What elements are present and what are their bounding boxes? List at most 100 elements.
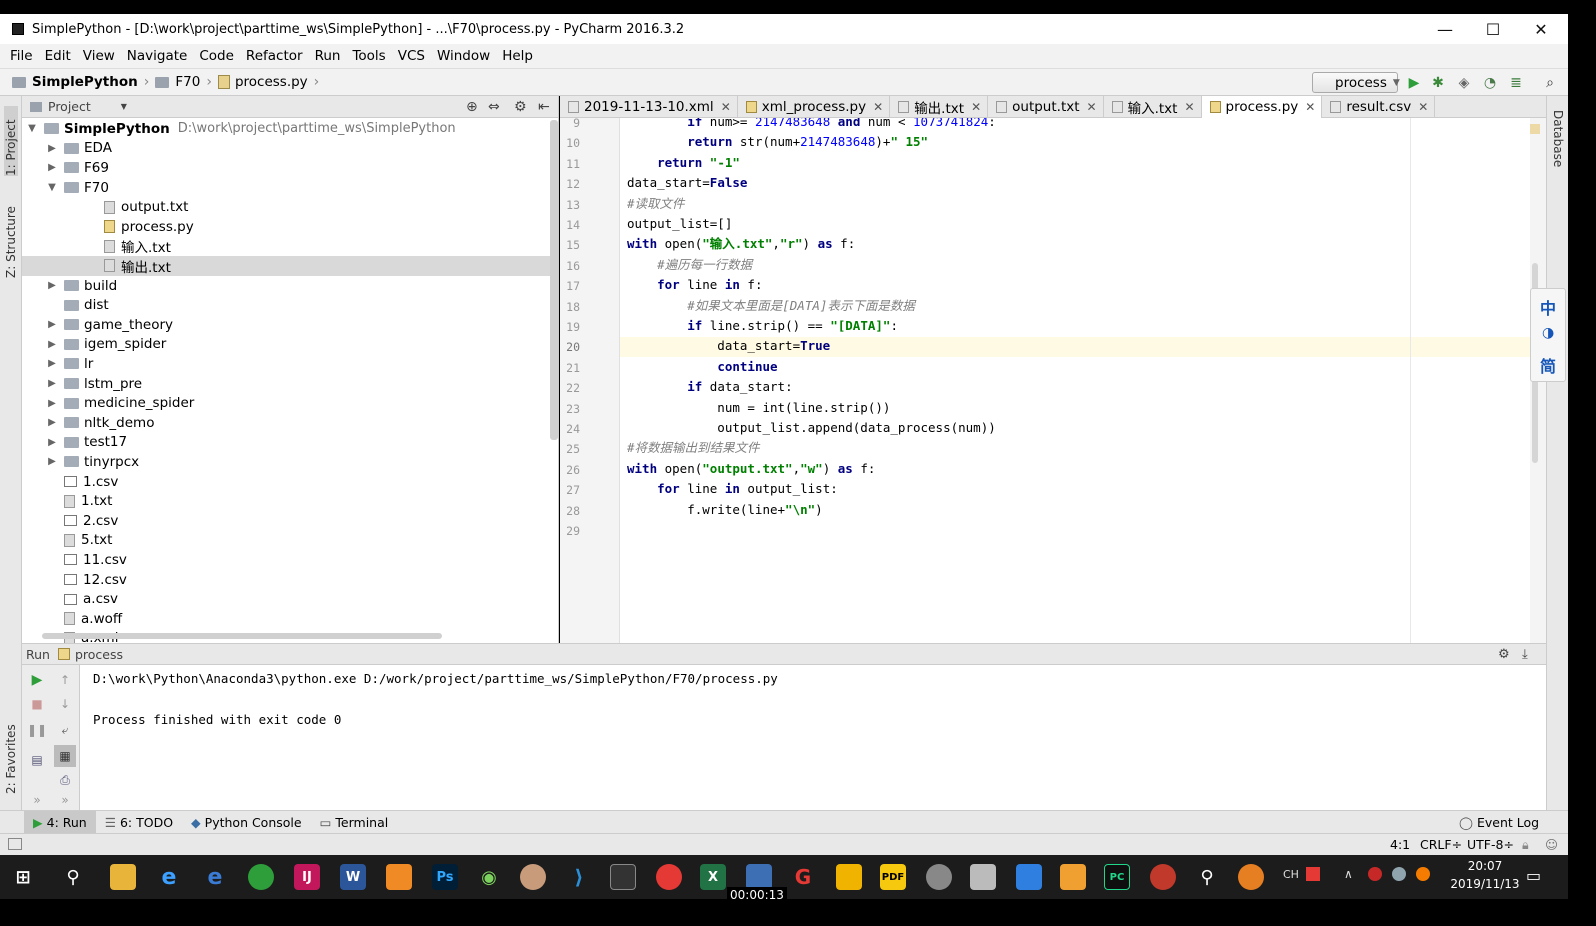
- search-icon[interactable]: ⌕: [1540, 73, 1560, 93]
- scroll-to-end-icon[interactable]: ▦: [54, 745, 76, 767]
- close-tab-icon[interactable]: ✕: [1087, 100, 1097, 114]
- tool-windows-toggle-icon[interactable]: [8, 838, 22, 850]
- run-configuration-select[interactable]: process ▼: [1312, 72, 1400, 93]
- pycharm-icon[interactable]: PC: [1104, 864, 1130, 890]
- structure-tool-button[interactable]: Z: Structure: [4, 198, 18, 278]
- run-tab[interactable]: process: [75, 647, 123, 662]
- tree-folder-row[interactable]: ▶ nltk_demo: [22, 413, 558, 433]
- tray-icon[interactable]: [1368, 867, 1382, 881]
- collapsed-arrow-icon[interactable]: ▶: [46, 456, 58, 467]
- lock-icon[interactable]: 🔒︎: [1522, 837, 1529, 853]
- hide-panel-icon[interactable]: ⇤: [538, 99, 550, 115]
- run-tool-button[interactable]: ▶ 4: Run: [24, 810, 96, 834]
- tree-folder-row[interactable]: dist: [22, 295, 558, 315]
- menu-refactor[interactable]: Refactor: [240, 48, 309, 64]
- cmd-icon[interactable]: [610, 864, 636, 890]
- edge-icon[interactable]: e: [202, 864, 228, 890]
- tree-folder-row[interactable]: ▶ test17: [22, 433, 558, 453]
- tree-folder-row[interactable]: ▶ lr: [22, 354, 558, 374]
- app-red-icon[interactable]: [1150, 864, 1176, 890]
- breadcrumb-folder[interactable]: F70: [151, 74, 204, 90]
- file-explorer-icon[interactable]: [110, 864, 136, 890]
- intellij-icon[interactable]: IJ: [294, 864, 320, 890]
- close-tab-icon[interactable]: ✕: [721, 100, 731, 114]
- tree-folder-row[interactable]: ▶ game_theory: [22, 315, 558, 335]
- close-button[interactable]: ✕: [1518, 14, 1564, 44]
- line-separator[interactable]: CRLF÷: [1420, 837, 1462, 852]
- collapsed-arrow-icon[interactable]: ▶: [46, 378, 58, 389]
- tree-file-row[interactable]: process.py: [22, 217, 558, 237]
- down-arrow-icon[interactable]: ↓: [56, 695, 74, 713]
- search-icon[interactable]: ⚲: [60, 864, 86, 890]
- project-view-select[interactable]: Project: [48, 99, 91, 114]
- editor-tab[interactable]: 输入.txt ✕: [1104, 96, 1202, 118]
- sublime-icon[interactable]: [386, 864, 412, 890]
- close-tab-icon[interactable]: ✕: [971, 100, 981, 114]
- excel-icon[interactable]: X: [700, 864, 726, 890]
- file-encoding[interactable]: UTF-8÷: [1467, 837, 1514, 852]
- menu-code[interactable]: Code: [193, 48, 240, 64]
- collapsed-arrow-icon[interactable]: ▶: [46, 437, 58, 448]
- app-images-icon[interactable]: [970, 864, 996, 890]
- close-tab-icon[interactable]: ✕: [1184, 100, 1194, 114]
- breadcrumb-project[interactable]: SimplePython: [8, 74, 142, 90]
- collapse-all-icon[interactable]: ⇔: [488, 99, 500, 115]
- chrome-icon[interactable]: [656, 864, 682, 890]
- close-tab-icon[interactable]: ✕: [1418, 100, 1428, 114]
- chevron-up-icon[interactable]: ∧: [1344, 867, 1353, 881]
- app-orange-icon[interactable]: [1238, 864, 1264, 890]
- avatar-app-icon[interactable]: [520, 864, 546, 890]
- collapsed-arrow-icon[interactable]: ▶: [46, 143, 58, 154]
- menu-edit[interactable]: Edit: [39, 48, 77, 64]
- chevron-down-icon[interactable]: ▼: [121, 102, 127, 111]
- app-note-icon[interactable]: [1016, 864, 1042, 890]
- collapsed-arrow-icon[interactable]: ▶: [46, 398, 58, 409]
- app-yellow-icon[interactable]: [836, 864, 862, 890]
- tree-file-row[interactable]: output.txt: [22, 197, 558, 217]
- more-icon[interactable]: »: [28, 791, 46, 809]
- menu-help[interactable]: Help: [496, 48, 539, 64]
- menu-window[interactable]: Window: [431, 48, 496, 64]
- collapsed-arrow-icon[interactable]: ▶: [46, 162, 58, 173]
- collapsed-arrow-icon[interactable]: ▶: [46, 319, 58, 330]
- ime-icon[interactable]: [1306, 867, 1320, 881]
- database-tool-button[interactable]: Database: [1551, 110, 1565, 176]
- profile-icon[interactable]: ◔: [1480, 73, 1500, 93]
- notification-icon[interactable]: ▭: [1526, 866, 1541, 885]
- project-tool-button[interactable]: 1: Project: [4, 106, 18, 176]
- maximize-button[interactable]: ☐: [1470, 14, 1516, 44]
- editor-tab[interactable]: result.csv ✕: [1322, 96, 1436, 118]
- moon-icon[interactable]: ◑: [1542, 325, 1554, 341]
- tree-file-row[interactable]: 12.csv: [22, 570, 558, 590]
- minimize-button[interactable]: —: [1422, 14, 1468, 44]
- photoshop-icon[interactable]: Ps: [432, 864, 458, 890]
- gear-icon[interactable]: ⚙: [1498, 647, 1510, 662]
- close-tab-icon[interactable]: ✕: [1305, 100, 1315, 114]
- collapsed-arrow-icon[interactable]: ▶: [46, 280, 58, 291]
- tree-file-row[interactable]: a.csv: [22, 589, 558, 609]
- soft-wrap-icon[interactable]: ⤶: [56, 721, 74, 739]
- app-group-icon[interactable]: [926, 864, 952, 890]
- hide-panel-icon[interactable]: ⤓: [1522, 647, 1528, 662]
- tree-folder-row[interactable]: ▼ F70: [22, 178, 558, 198]
- tree-scrollbar[interactable]: [550, 120, 558, 440]
- menu-file[interactable]: File: [4, 48, 39, 64]
- editor-tab[interactable]: 2019-11-13-10.xml ✕: [560, 96, 738, 118]
- tree-file-row[interactable]: 1.csv: [22, 472, 558, 492]
- rerun-icon[interactable]: ▶: [28, 671, 46, 689]
- tree-file-row[interactable]: 输出.txt: [22, 256, 558, 276]
- menu-vcs[interactable]: VCS: [392, 48, 431, 64]
- tree-horizontal-scrollbar[interactable]: [42, 633, 442, 639]
- tree-root[interactable]: ▼ SimplePython D:\work\project\parttime_…: [22, 119, 558, 139]
- tree-folder-row[interactable]: ▶ medicine_spider: [22, 393, 558, 413]
- ie-icon[interactable]: e: [156, 864, 182, 890]
- inspector-icon[interactable]: ☺: [1545, 837, 1558, 852]
- concurrency-icon[interactable]: ≣: [1506, 73, 1526, 93]
- browser-icon[interactable]: [248, 864, 274, 890]
- vscode-icon[interactable]: ⟩: [566, 864, 592, 890]
- tree-folder-row[interactable]: ▶ igem_spider: [22, 335, 558, 355]
- menu-tools[interactable]: Tools: [346, 48, 391, 64]
- todo-tool-button[interactable]: ☰ 6: TODO: [96, 811, 182, 834]
- tree-folder-row[interactable]: ▶ lstm_pre: [22, 374, 558, 394]
- tree-folder-row[interactable]: ▶ EDA: [22, 139, 558, 159]
